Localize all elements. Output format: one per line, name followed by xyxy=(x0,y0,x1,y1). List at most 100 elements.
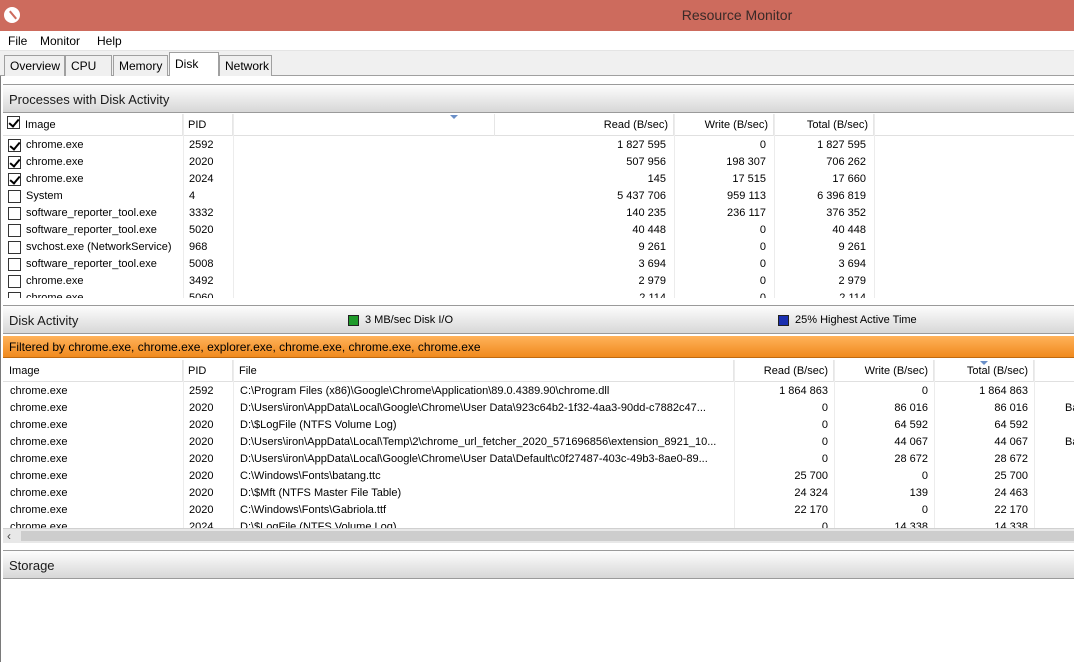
disk-activity-row[interactable]: chrome.exe 2592 C:\Program Files (x86)\Goo… xyxy=(3,383,1074,400)
col-total[interactable]: Total (B/sec) xyxy=(774,114,874,136)
process-row[interactable]: software_reporter_tool.exe 3332 140 235 236… xyxy=(3,205,1074,222)
process-write: 0 xyxy=(759,224,766,236)
process-total: 2 979 xyxy=(838,275,866,287)
sort-arrow-icon xyxy=(450,115,458,119)
process-row[interactable]: software_reporter_tool.exe 5020 40 448 0 40 … xyxy=(3,222,1074,239)
process-checkbox[interactable] xyxy=(8,241,21,254)
disk-activity-row[interactable]: chrome.exe 2020 D:\$Mft (NTFS Master File … xyxy=(3,485,1074,502)
process-read: 507 956 xyxy=(626,156,666,168)
sort-arrow-icon xyxy=(980,361,988,365)
disk-write: 28 672 xyxy=(894,453,928,465)
disk-file: D:\$LogFile (NTFS Volume Log) xyxy=(240,419,397,431)
process-read: 40 448 xyxy=(632,224,666,236)
scroll-left-icon[interactable]: ‹ xyxy=(7,529,11,543)
disk-activity-row[interactable]: chrome.exe 2020 D:\$LogFile (NTFS Volume L… xyxy=(3,417,1074,434)
disk-activity-row[interactable]: chrome.exe 2020 D:\Users\iron\AppData\Loca… xyxy=(3,451,1074,468)
process-row[interactable]: chrome.exe 2592 1 827 595 0 1 827 595 xyxy=(3,137,1074,154)
disk-activity-row[interactable]: chrome.exe 2020 D:\Users\iron\AppData\Loca… xyxy=(3,434,1074,451)
process-total: 3 694 xyxy=(838,258,866,270)
process-read: 2 979 xyxy=(638,275,666,287)
process-row[interactable]: chrome.exe 3492 2 979 0 2 979 xyxy=(3,273,1074,290)
disk-write: 44 067 xyxy=(894,436,928,448)
disk-file: C:\Windows\Fonts\Gabriola.ttf xyxy=(240,504,387,516)
disk-read: 0 xyxy=(821,402,828,414)
col-write[interactable]: Write (B/sec) xyxy=(834,360,934,382)
process-total: 1 827 595 xyxy=(817,139,866,151)
disk-write: 0 xyxy=(921,470,928,482)
col-read[interactable]: Read (B/sec) xyxy=(495,114,674,136)
col-pid[interactable]: PID xyxy=(183,360,233,382)
process-checkbox[interactable] xyxy=(8,275,21,288)
disk-image: chrome.exe xyxy=(10,521,68,528)
disk-file: D:\Users\iron\AppData\Local\Temp\2\chrom… xyxy=(240,436,717,448)
process-write: 17 515 xyxy=(732,173,766,185)
col-pid[interactable]: PID xyxy=(183,114,233,136)
disk-image: chrome.exe xyxy=(10,436,68,448)
process-checkbox[interactable] xyxy=(8,207,21,220)
disk-total: 14 338 xyxy=(994,521,1028,528)
process-row[interactable]: software_reporter_tool.exe 5008 3 694 0 3 69… xyxy=(3,256,1074,273)
process-checkbox[interactable] xyxy=(8,258,21,271)
tab-disk[interactable]: Disk xyxy=(169,52,219,77)
disk-tab-content: Processes with Disk Activity Image PID R… xyxy=(0,76,1074,662)
tab-cpu[interactable]: CPU xyxy=(65,55,112,76)
process-checkbox[interactable] xyxy=(8,190,21,203)
disk-activity-row[interactable]: chrome.exe 2020 D:\Users\iron\AppData\Loca… xyxy=(3,400,1074,417)
disk-image: chrome.exe xyxy=(10,487,68,499)
process-row[interactable]: chrome.exe 2024 145 17 515 17 660 xyxy=(3,171,1074,188)
process-checkbox[interactable] xyxy=(8,156,21,169)
process-checkbox[interactable] xyxy=(8,224,21,237)
process-checkbox[interactable] xyxy=(8,173,21,186)
disk-read: 22 170 xyxy=(794,504,828,516)
storage-panel-title: Storage xyxy=(9,558,55,573)
disk-file: D:\Users\iron\AppData\Local\Google\Chrom… xyxy=(240,402,706,414)
tab-overview[interactable]: Overview xyxy=(4,55,65,76)
select-all-checkbox[interactable] xyxy=(7,116,20,129)
disk-activity-table-header: Image PID File Read (B/sec) Write (B/sec… xyxy=(3,360,1074,382)
col-file[interactable]: File xyxy=(233,360,734,382)
filter-bar[interactable]: Filtered by chrome.exe, chrome.exe, expl… xyxy=(3,336,1074,358)
process-checkbox[interactable] xyxy=(8,292,21,298)
process-image: chrome.exe xyxy=(26,139,84,151)
menu-monitor[interactable]: Monitor xyxy=(40,34,80,48)
active-time-label: 25% Highest Active Time xyxy=(795,314,917,326)
process-checkbox[interactable] xyxy=(8,139,21,152)
horizontal-scrollbar[interactable]: ‹ xyxy=(3,528,1074,543)
tab-network[interactable]: Network xyxy=(219,55,272,76)
col-image[interactable]: Image xyxy=(3,114,183,136)
disk-pid: 2020 xyxy=(189,402,214,414)
disk-read: 1 864 863 xyxy=(779,385,828,397)
disk-extra: Ba xyxy=(1065,402,1074,414)
processes-panel-header[interactable]: Processes with Disk Activity xyxy=(3,84,1074,113)
process-row[interactable]: chrome.exe 5060 2 114 0 2 114 xyxy=(3,290,1074,298)
disk-image: chrome.exe xyxy=(10,419,68,431)
process-row[interactable]: chrome.exe 2020 507 956 198 307 706 262 xyxy=(3,154,1074,171)
disk-io-legend-icon xyxy=(348,315,359,326)
tab-memory[interactable]: Memory xyxy=(113,55,168,76)
disk-activity-row[interactable]: chrome.exe 2024 D:\$LogFile (NTFS Volume L… xyxy=(3,519,1074,528)
scrollbar-thumb[interactable] xyxy=(21,531,1074,541)
col-write[interactable]: Write (B/sec) xyxy=(674,114,774,136)
col-read[interactable]: Read (B/sec) xyxy=(734,360,834,382)
process-image: svchost.exe (NetworkService) xyxy=(26,241,172,253)
column-divider xyxy=(934,360,935,528)
disk-activity-row[interactable]: chrome.exe 2020 C:\Windows\Fonts\batang.tt… xyxy=(3,468,1074,485)
disk-file: D:\$Mft (NTFS Master File Table) xyxy=(240,487,402,499)
process-write: 0 xyxy=(759,275,766,287)
process-total: 6 396 819 xyxy=(817,190,866,202)
process-row[interactable]: svchost.exe (NetworkService) 968 9 261 0 9 2… xyxy=(3,239,1074,256)
process-row[interactable]: System 4 5 437 706 959 113 6 396 819 xyxy=(3,188,1074,205)
disk-extra: Ba xyxy=(1065,436,1074,448)
process-pid: 2020 xyxy=(189,156,214,168)
disk-activity-panel-header[interactable]: Disk Activity 3 MB/sec Disk I/O 25% High… xyxy=(3,305,1074,334)
col-total[interactable]: Total (B/sec) xyxy=(934,360,1034,382)
menu-file[interactable]: File xyxy=(8,34,27,48)
process-pid: 2024 xyxy=(189,173,214,185)
process-pid: 2592 xyxy=(189,139,214,151)
disk-read: 0 xyxy=(821,521,828,528)
col-image[interactable]: Image xyxy=(3,360,183,382)
disk-activity-row[interactable]: chrome.exe 2020 C:\Windows\Fonts\Gabriola.… xyxy=(3,502,1074,519)
col-image-label: Image xyxy=(25,119,56,131)
storage-panel-header[interactable]: Storage xyxy=(3,550,1074,579)
menu-help[interactable]: Help xyxy=(97,34,122,48)
